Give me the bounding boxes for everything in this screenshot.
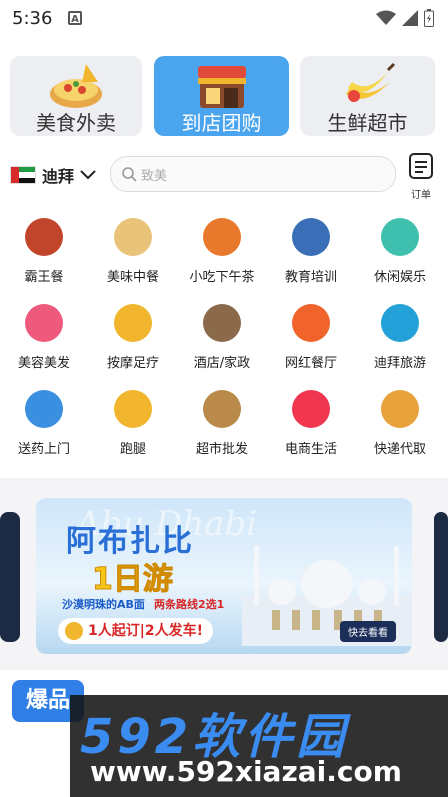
massage-icon [114,304,152,342]
camera-icon [292,304,330,342]
wifi-icon [376,10,396,25]
service-snacks-tea[interactable]: 小吃下午茶 [178,218,266,296]
steak-icon [25,218,63,256]
service-label: 霸王餐 [24,270,64,285]
city-name: 迪拜 [42,167,75,186]
carousel-next-card[interactable] [434,512,448,642]
banner-tagline-right: 两条路线2选1 [154,598,225,611]
chevron-down-icon [80,170,96,180]
beauty-icon [25,304,63,342]
banner-promo-text: 1人起订|2人发车! [88,623,203,639]
uae-flag-icon [10,166,36,184]
pizza-icon [50,64,102,108]
notification-icon: A [68,11,82,25]
search-placeholder: 致美 [141,169,168,184]
service-label: 教育培训 [284,270,337,285]
order-list-icon [409,153,433,179]
medkit-icon [25,390,63,428]
service-label: 网红餐厅 [284,356,337,371]
battery-icon [424,9,434,27]
banner-promo: 1人起订|2人发车! [58,618,213,644]
service-label: 按摩足疗 [106,356,159,371]
service-massage[interactable]: 按摩足疗 [89,304,177,382]
category-in-store-deals[interactable]: 到店团购 [154,56,289,136]
clap-hands-icon [65,622,83,640]
site-watermark: 592软件园 www.592xiazai.com [70,695,448,797]
service-education[interactable]: 教育培训 [267,218,355,296]
service-bawangcan[interactable]: 霸王餐 [0,218,88,296]
service-label: 酒店/家政 [193,356,251,371]
service-ecommerce[interactable]: 电商生活 [267,390,355,468]
service-trendy-restaurant[interactable]: 网红餐厅 [267,304,355,382]
storefront-icon [197,66,246,108]
search-input[interactable]: 致美 [110,156,396,192]
category-label: 美食外卖 [36,111,116,135]
order-label: 订单 [411,190,431,201]
service-label: 美味中餐 [106,270,159,285]
palm-island-icon [381,304,419,342]
graduation-icon [292,218,330,256]
search-icon [122,167,137,182]
service-beauty[interactable]: 美容美发 [0,304,88,382]
service-label: 电商生活 [284,442,337,457]
service-medicine-delivery[interactable]: 送药上门 [0,390,88,468]
dumplings-icon [114,218,152,256]
hotel-icon [203,304,241,342]
signal-icon [402,10,418,26]
service-hotel[interactable]: 酒店/家政 [178,304,266,382]
service-errands[interactable]: 跑腿 [89,390,177,468]
service-label: 小吃下午茶 [189,270,255,285]
service-dubai-travel[interactable]: 迪拜旅游 [356,304,444,382]
service-wholesale[interactable]: 超市批发 [178,390,266,468]
location-selector[interactable]: 迪拜 [10,163,96,187]
promo-banner[interactable]: Abu Dhabi 阿布扎比 1日游 沙漠明珠的AB面 两条路线2选1 1人起订… [36,498,412,654]
category-food-delivery[interactable]: 美食外卖 [10,56,142,136]
category-label: 生鲜超市 [327,111,408,135]
status-bar: 5:36 A [0,0,448,38]
service-label: 快递代取 [373,442,426,457]
service-leisure[interactable]: 休闲娱乐 [356,218,444,296]
watermark-url: www.592xiazai.com [90,755,402,788]
service-label: 超市批发 [195,442,248,457]
carousel-prev-card[interactable] [0,512,20,642]
pool-icon [381,218,419,256]
burger-icon [203,218,241,256]
service-label: 跑腿 [119,442,146,457]
service-label: 休闲娱乐 [373,270,426,285]
banner-cta-button[interactable]: 快去看看 [340,621,396,642]
service-label: 美容美发 [17,356,70,371]
service-courier-pickup[interactable]: 快递代取 [356,390,444,468]
category-fresh-market[interactable]: 生鲜超市 [300,56,435,136]
service-label: 送药上门 [17,442,70,457]
banner-subtitle: 1日游 [92,562,174,598]
runner-icon [114,390,152,428]
warehouse-icon [203,390,241,428]
category-label: 到店团购 [181,111,262,135]
banner-tagline-left: 沙漠明珠的AB面 [62,598,145,611]
shopping-bag-icon [292,390,330,428]
service-chinese-food[interactable]: 美味中餐 [89,218,177,296]
order-button[interactable]: 订单 [406,152,436,201]
system-icons [376,9,434,27]
bananas-icon [345,62,395,102]
status-time: 5:36 [12,8,53,29]
courier-icon [381,390,419,428]
service-label: 迪拜旅游 [373,356,426,371]
